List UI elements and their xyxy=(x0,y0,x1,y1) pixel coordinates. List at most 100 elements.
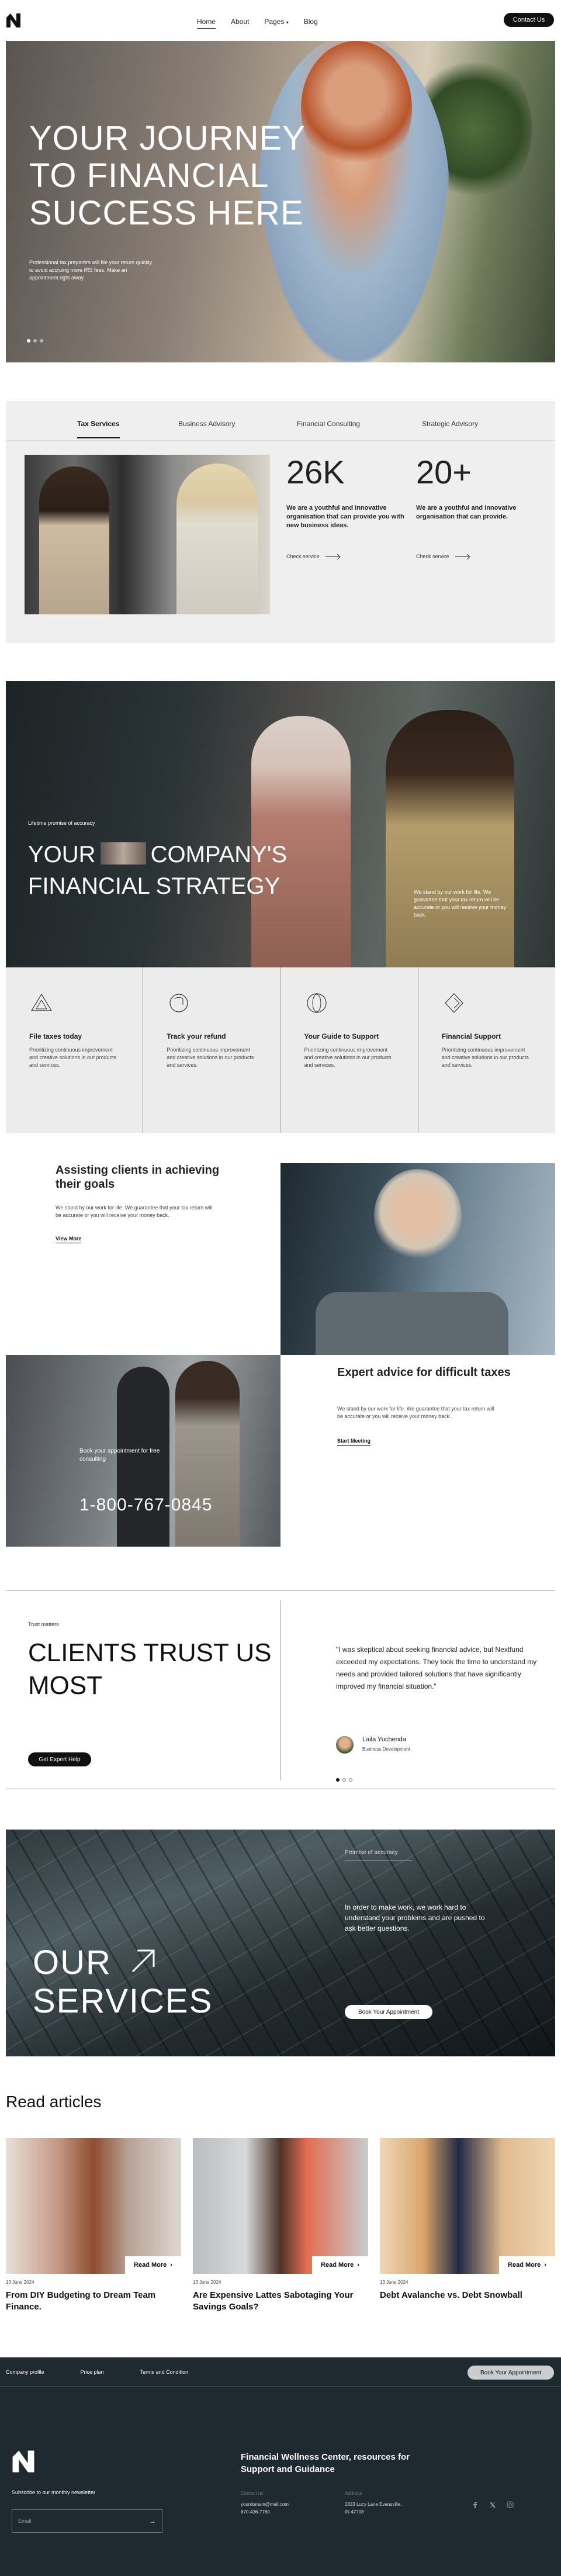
link-label: Check service xyxy=(286,554,320,559)
phone-number[interactable]: 1-800-767-0845 xyxy=(79,1495,213,1515)
feature-title: Track your refund xyxy=(167,1032,226,1040)
logo-icon[interactable] xyxy=(6,13,21,28)
slider-dot[interactable] xyxy=(27,339,30,343)
get-expert-help-button[interactable]: Get Expert Help xyxy=(28,1752,91,1766)
article-card[interactable]: Read More › 13 June 2024 Are Expensive La… xyxy=(193,2138,368,2313)
article-image: Read More › xyxy=(193,2138,368,2274)
book-appointment-text: Book your appointment for free consultin… xyxy=(79,1448,160,1462)
articles-heading: Read articles xyxy=(6,2093,102,2111)
tab-strategic-advisory[interactable]: Strategic Advisory xyxy=(422,420,478,428)
view-more-link[interactable]: View More xyxy=(56,1236,82,1243)
footer-link-company-profile[interactable]: Company profile xyxy=(6,2369,44,2375)
article-image: Read More › xyxy=(380,2138,555,2274)
footer-book-appointment-button[interactable]: Book Your Appointment xyxy=(468,2366,554,2380)
social-links xyxy=(472,2501,514,2508)
strategy-image-person xyxy=(386,710,514,967)
footer-link-terms[interactable]: Terms and Condition xyxy=(140,2369,189,2375)
tab-financial-consulting[interactable]: Financial Consulting xyxy=(297,420,360,428)
newsletter-email-input[interactable]: Email → xyxy=(12,2509,162,2533)
contact-phone[interactable]: 870-436-7780 xyxy=(241,2508,289,2516)
avatar xyxy=(336,1736,354,1754)
article-title[interactable]: Are Expensive Lattes Sabotaging Your Sav… xyxy=(193,2290,368,2313)
contact-email[interactable]: yourdomain@mail.com xyxy=(241,2501,289,2508)
title-line: SERVICES xyxy=(33,1982,213,2020)
feature-text: Prioritizing continuous improvement and … xyxy=(304,1047,392,1068)
arrow-right-icon xyxy=(325,556,340,557)
our-services-banner: OUR SERVICES Promise of accuracy In orde… xyxy=(6,1830,555,2056)
slider-dot[interactable] xyxy=(342,1778,346,1782)
divider-vertical xyxy=(280,1600,281,1780)
hero-image-detail xyxy=(301,41,412,175)
chevron-right-icon: › xyxy=(357,2262,359,2269)
testimonial-author: Laila Yuchenda xyxy=(362,1736,407,1743)
article-title[interactable]: Debt Avalanche vs. Debt Snowball xyxy=(380,2290,555,2301)
slider-dot[interactable] xyxy=(349,1778,352,1782)
article-card[interactable]: Read More › 13 June 2024 Debt Avalanche v… xyxy=(380,2138,555,2301)
footer-address: Address 2833 Lucy Lane Evansville, IN 47… xyxy=(345,2489,401,2516)
read-more-button[interactable]: Read More › xyxy=(312,2256,368,2274)
triangle-icon xyxy=(30,993,53,1011)
hero-subtitle: Professional tax preparers will file you… xyxy=(29,260,153,281)
our-services-description: In order to make work, we work hard to u… xyxy=(345,1903,485,1932)
stat-value: 20+ xyxy=(416,454,472,490)
feature-text: Prioritizing continuous improvement and … xyxy=(441,1047,529,1068)
read-more-button[interactable]: Read More › xyxy=(125,2256,181,2274)
chevron-down-icon: ▾ xyxy=(286,20,289,25)
start-meeting-link[interactable]: Start Meeting xyxy=(337,1438,371,1446)
instagram-icon[interactable] xyxy=(507,2501,514,2508)
check-service-link[interactable]: Check service xyxy=(286,554,409,559)
tab-business-advisory[interactable]: Business Advisory xyxy=(178,420,235,428)
contact-us-button[interactable]: Contact Us xyxy=(504,13,554,27)
slider-dot[interactable] xyxy=(40,339,43,343)
stat-card: 20+ We are a youthful and innovative org… xyxy=(416,454,539,560)
article-card[interactable]: Read More › 13 June 2024 From DIY Budgeti… xyxy=(6,2138,181,2313)
check-service-link[interactable]: Check service xyxy=(416,554,539,559)
book-appointment-button[interactable]: Book Your Appointment xyxy=(345,2005,432,2019)
stat-card: 26K We are a youthful and innovative org… xyxy=(286,455,409,560)
article-title[interactable]: From DIY Budgeting to Dream Team Finance… xyxy=(6,2290,181,2313)
diamond-icon xyxy=(444,993,463,1013)
assist-title: Assisting clients in achieving their goa… xyxy=(56,1164,220,1191)
nav-blog[interactable]: Blog xyxy=(304,18,318,29)
stat-text: We are a youthful and innovative organis… xyxy=(286,504,404,529)
feature-card[interactable]: Your Guide to Support Prioritizing conti… xyxy=(281,967,418,1133)
expert-title: Expert advice for difficult taxes xyxy=(337,1366,511,1379)
strategy-eyebrow: Lifetime promise of accuracy xyxy=(28,820,95,826)
feature-card[interactable]: Financial Support Prioritizing continuou… xyxy=(418,967,555,1133)
feature-text: Prioritizing continuous improvement and … xyxy=(167,1047,254,1068)
nav-home[interactable]: Home xyxy=(197,18,216,29)
tab-tax-services[interactable]: Tax Services xyxy=(77,420,120,438)
slider-dot[interactable] xyxy=(33,339,37,343)
testimonial-role: Business Development xyxy=(362,1747,410,1752)
arrow-right-icon[interactable]: → xyxy=(149,2517,156,2525)
strategy-title-part: YOUR xyxy=(28,842,96,867)
stat-text: We are a youthful and innovative organis… xyxy=(416,504,517,520)
feature-card[interactable]: Track your refund Prioritizing continuou… xyxy=(143,967,281,1133)
strategy-title: YOUR COMPANY'S FINANCIAL STRATEGY xyxy=(28,839,287,902)
twitter-icon[interactable] xyxy=(489,2501,496,2508)
strategy-title-part: COMPANY'S xyxy=(150,842,288,867)
read-more-label: Read More xyxy=(508,2262,541,2269)
article-image: Read More › xyxy=(6,2138,181,2274)
feature-card[interactable]: File taxes today Prioritizing continuous… xyxy=(6,967,144,1133)
services-section: Tax Services Business Advisory Financial… xyxy=(6,401,555,643)
inline-thumbnail xyxy=(100,842,146,865)
facebook-icon[interactable] xyxy=(472,2501,479,2508)
strategy-title-part: FINANCIAL STRATEGY xyxy=(28,873,280,899)
read-more-label: Read More xyxy=(134,2262,167,2269)
feature-title: File taxes today xyxy=(29,1032,82,1040)
nav-about[interactable]: About xyxy=(231,18,249,29)
hero-title: YOUR JOURNEY TO FINANCIAL SUCCESS HERE xyxy=(29,120,306,232)
footer-link-price-plan[interactable]: Price plan xyxy=(81,2369,104,2375)
testimonial-title: CLIENTS TRUST US MOST xyxy=(28,1638,272,1700)
hero-title-line: SUCCESS HERE xyxy=(29,194,304,232)
slider-dot[interactable] xyxy=(336,1778,340,1782)
footer-logo-icon[interactable] xyxy=(12,2450,35,2473)
article-date: 13 June 2024 xyxy=(193,2280,221,2285)
feature-text: Prioritizing continuous improvement and … xyxy=(29,1047,117,1068)
testimonial-slider-dots xyxy=(336,1778,352,1782)
building-image xyxy=(6,1830,555,2056)
expert-text: We stand by our work for life. We guaran… xyxy=(337,1406,494,1419)
nav-pages[interactable]: Pages ▾ xyxy=(264,18,288,29)
read-more-button[interactable]: Read More › xyxy=(499,2256,555,2274)
